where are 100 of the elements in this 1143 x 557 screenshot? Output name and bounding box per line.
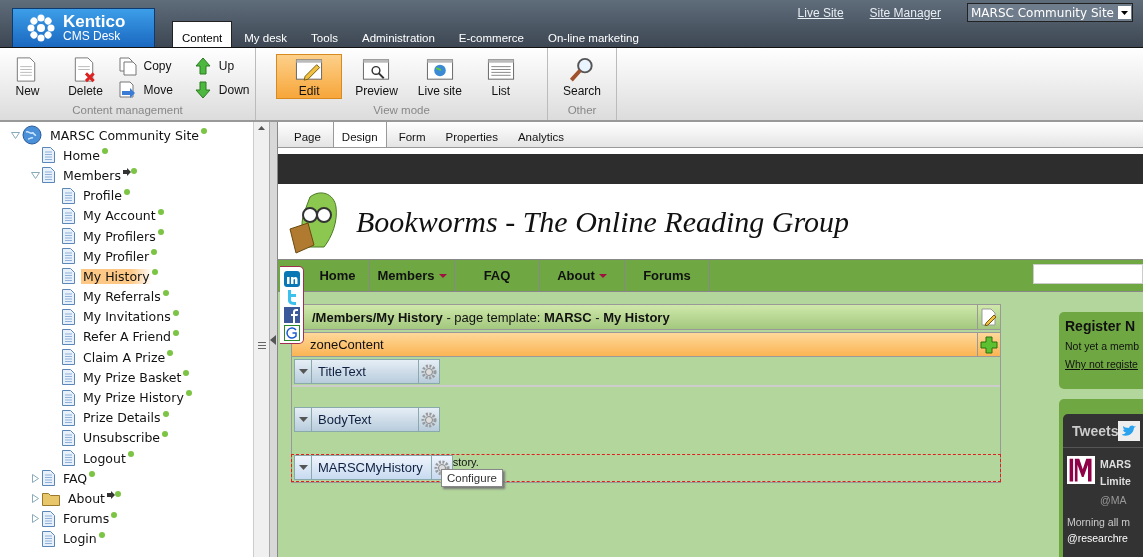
- collapsed-arrow-icon[interactable]: [30, 473, 40, 483]
- toolbar-button[interactable]: Move: [117, 78, 177, 102]
- dropdown-arrow-icon[interactable]: [298, 465, 308, 470]
- follow-button[interactable]: [1118, 420, 1141, 441]
- toolbar-button[interactable]: Preview: [348, 54, 405, 99]
- tweet-link[interactable]: @researchre: [1067, 530, 1143, 546]
- editor-tab[interactable]: Properties: [437, 125, 506, 147]
- page-icon: [62, 328, 75, 345]
- tree-item[interactable]: My Prize Basket: [81, 369, 184, 385]
- register-link[interactable]: Why not registe: [1065, 358, 1143, 370]
- status-dot-icon: [157, 228, 164, 235]
- header-link[interactable]: Live Site: [797, 5, 844, 20]
- tree-item[interactable]: Logout: [81, 450, 128, 466]
- tree-item[interactable]: My Invitations: [81, 309, 173, 325]
- menu-tab[interactable]: My desk: [232, 25, 300, 47]
- toolbar-button[interactable]: Up: [192, 54, 254, 78]
- status-dot-icon: [183, 370, 190, 377]
- menu-tab[interactable]: On-line marketing: [536, 25, 651, 47]
- caret-icon: [1121, 10, 1128, 15]
- toolbar-button[interactable]: Delete: [59, 54, 112, 99]
- page-icon: [62, 228, 75, 245]
- site-dropdown[interactable]: MARSC Community Site: [967, 3, 1133, 22]
- tree-item[interactable]: Unsubscribe: [81, 430, 163, 446]
- tree-item[interactable]: My Prize History: [81, 390, 186, 406]
- status-dot-icon: [89, 471, 96, 478]
- collapse-arrow-icon[interactable]: [270, 334, 276, 345]
- grip-icon[interactable]: [257, 342, 266, 349]
- web-part-header[interactable]: BodyText: [294, 407, 440, 432]
- editor-tab[interactable]: Page: [286, 125, 329, 147]
- nav-item[interactable]: Home: [306, 260, 370, 291]
- editor-tab[interactable]: Analytics: [509, 125, 572, 147]
- tree-item[interactable]: About: [66, 490, 107, 506]
- collapsed-arrow-icon[interactable]: [30, 514, 40, 524]
- page-icon: [62, 429, 75, 446]
- folder-icon: [42, 490, 60, 506]
- web-part-title: BodyText: [317, 411, 373, 429]
- status-dot-icon: [201, 128, 207, 134]
- toolbar-button[interactable]: Search: [556, 54, 609, 99]
- toolbar-button[interactable]: List: [474, 54, 527, 99]
- page-icon: [62, 288, 75, 305]
- menu-tab[interactable]: Administration: [349, 25, 447, 47]
- toolbar-button[interactable]: Edit: [276, 54, 343, 99]
- tweet-author[interactable]: MARS: [1100, 456, 1143, 473]
- menu-tab[interactable]: Content: [172, 21, 233, 47]
- tree-item[interactable]: My Account: [81, 208, 158, 224]
- facebook-icon[interactable]: [283, 307, 300, 323]
- nav-item[interactable]: FAQ: [455, 260, 540, 291]
- toolbar-button[interactable]: Live site: [410, 54, 469, 99]
- google-icon[interactable]: [283, 325, 300, 341]
- group-label: Other: [567, 104, 597, 116]
- gear-icon[interactable]: [433, 459, 450, 476]
- editor-tab[interactable]: Form: [390, 125, 434, 147]
- down-arrow-icon: [192, 80, 213, 100]
- edit-icon[interactable]: [981, 308, 997, 326]
- template-title: /Members/My History - page template: MARSC - My History: [312, 309, 670, 325]
- tree-item[interactable]: Refer A Friend: [81, 329, 173, 345]
- menu-tab[interactable]: E-commerce: [446, 25, 537, 47]
- expanded-arrow-icon[interactable]: [30, 170, 40, 180]
- header-link[interactable]: Site Manager: [869, 5, 941, 20]
- toolbar-button[interactable]: New: [1, 54, 54, 99]
- editor-tab[interactable]: Design: [332, 121, 387, 147]
- tree-item[interactable]: Profile: [81, 188, 124, 204]
- toolbar-button[interactable]: Down: [192, 78, 254, 102]
- expanded-arrow-icon[interactable]: [10, 130, 20, 140]
- menu-tab[interactable]: Tools: [299, 25, 350, 47]
- tweet-text: Morning all m: [1067, 515, 1132, 530]
- logo-subtitle: CMS Desk: [63, 30, 122, 42]
- tree-item[interactable]: Login: [61, 531, 99, 547]
- tree-item[interactable]: My Referrals: [81, 289, 163, 305]
- tree-item[interactable]: Forums: [61, 511, 112, 527]
- tree-item[interactable]: Members: [61, 167, 123, 183]
- status-dot-icon: [172, 309, 179, 316]
- tree-item[interactable]: Prize Details: [81, 410, 163, 426]
- page-icon: [62, 187, 75, 204]
- status-dot-icon: [167, 350, 174, 357]
- status-dot-icon: [114, 491, 121, 498]
- tree-item[interactable]: Claim A Prize: [81, 349, 168, 365]
- page-icon: [62, 308, 75, 325]
- add-icon[interactable]: [980, 335, 998, 354]
- page-icon: [42, 167, 55, 184]
- tree-item[interactable]: Home: [61, 147, 102, 163]
- nav-item[interactable]: Forums: [625, 260, 710, 291]
- dropdown-arrow-icon[interactable]: [298, 369, 308, 374]
- tree-item[interactable]: My Profilers: [81, 228, 158, 244]
- tree-item[interactable]: My Profiler: [81, 248, 152, 264]
- toolbar-button[interactable]: Copy: [117, 54, 177, 78]
- web-part-title: TitleText: [317, 363, 367, 381]
- dropdown-arrow-icon[interactable]: [298, 417, 308, 422]
- tree-item[interactable]: My History: [81, 268, 152, 284]
- collapsed-arrow-icon[interactable]: [30, 493, 40, 503]
- status-dot-icon: [151, 249, 158, 256]
- tree-item[interactable]: FAQ: [61, 470, 90, 486]
- search-field[interactable]: [1033, 264, 1143, 284]
- linkedin-icon[interactable]: [283, 271, 300, 287]
- nav-item[interactable]: Members: [370, 260, 455, 291]
- tweet-author[interactable]: Limite: [1100, 473, 1143, 490]
- logo[interactable]: Kentico CMS Desk: [12, 8, 155, 47]
- tree-item[interactable]: MARSC Community Site: [48, 127, 201, 143]
- web-part-header[interactable]: TitleText: [294, 359, 440, 384]
- nav-item[interactable]: About: [540, 260, 625, 291]
